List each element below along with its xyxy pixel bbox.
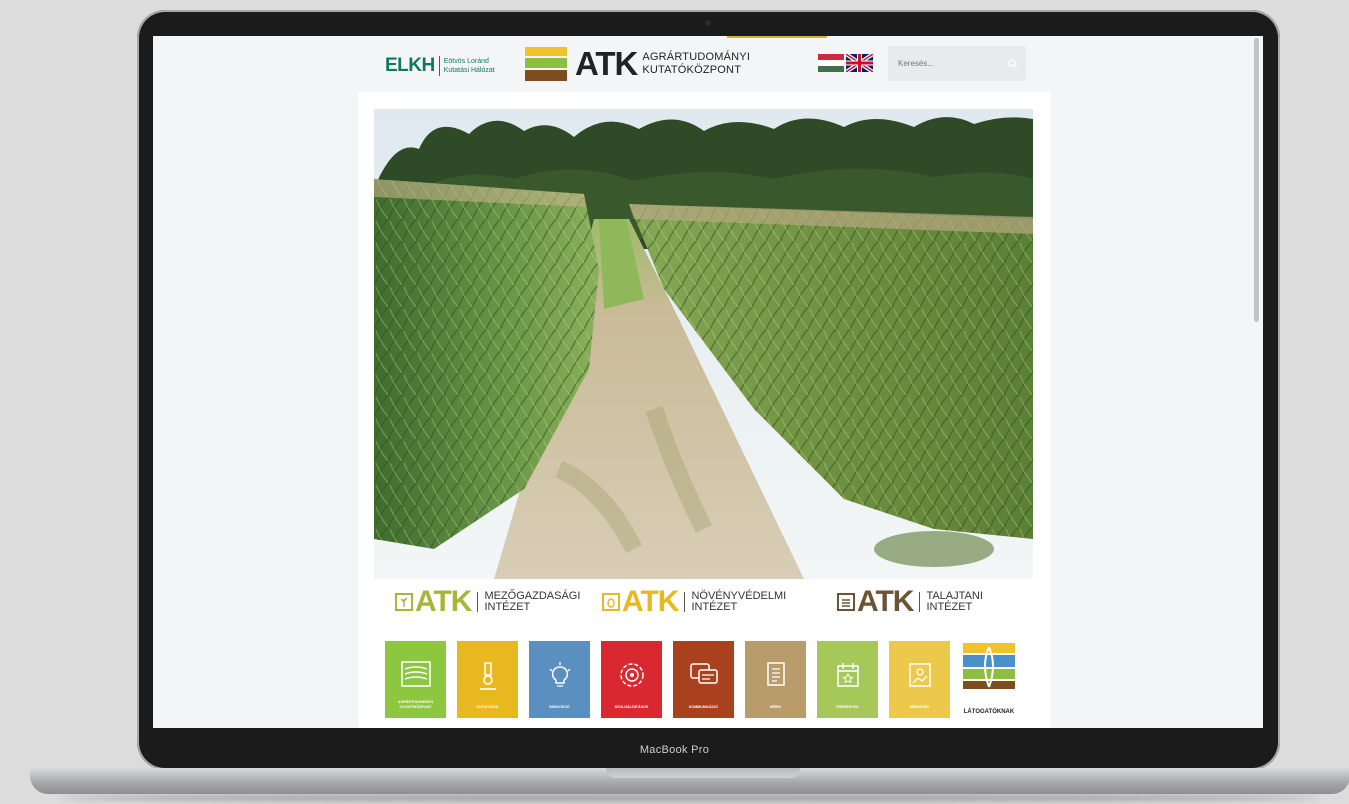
document-icon <box>766 662 785 686</box>
soil-layers-icon <box>837 593 855 611</box>
tile-label: AGRÁRTUDOMÁNYI KUTATÓKÖZPONT <box>398 700 433 709</box>
institute-title: MEZŐGAZDASÁGI INTÉZET <box>484 591 580 613</box>
atk-line1: AGRÁRTUDOMÁNYI <box>642 51 751 63</box>
service-circle-icon <box>619 663 644 687</box>
institute-separator <box>684 592 686 612</box>
tile-kommunikacio[interactable]: KOMMUNIKÁCIÓ <box>673 641 734 718</box>
elkh-text: Eötvös Loránd Kutatási Hálózat <box>444 57 495 75</box>
media-icon <box>908 663 931 687</box>
tile-esemenyek[interactable]: ESEMÉNYEK <box>817 641 878 718</box>
tile-szolgaltatasok[interactable]: SZOLGÁLTATÁSOK <box>601 641 662 718</box>
tile-label: KOMMUNIKÁCIÓ <box>688 704 719 709</box>
tile-innovacio[interactable]: INNOVÁCIÓ <box>529 641 590 718</box>
camera-dot <box>705 20 711 26</box>
atk-line2: KUTATÓKÖZPONT <box>642 64 742 76</box>
page-scrollbar[interactable] <box>1254 38 1259 322</box>
tile-kutatasok[interactable]: KUTATÁSOK <box>457 641 518 718</box>
institute-novenyvedelmi[interactable]: ATK NÖVÉNYVÉDELMI INTÉZET <box>602 585 786 619</box>
institute-line2: INTÉZET <box>484 601 531 613</box>
search-input[interactable] <box>896 58 1000 69</box>
atk-stripes-icon <box>525 47 567 81</box>
tile-hirek[interactable]: HÍREK <box>745 641 806 718</box>
search-box[interactable] <box>888 46 1026 81</box>
visitor-landscape-icon <box>963 643 1015 689</box>
institute-separator <box>477 592 479 612</box>
laptop-shadow <box>60 794 1320 802</box>
institute-talajtani[interactable]: ATK TALAJTANI INTÉZET <box>837 585 983 619</box>
tile-label: SZOLGÁLTATÁSOK <box>614 704 649 709</box>
visitor-label: LÁTOGATÓKNAK <box>963 709 1015 715</box>
elkh-line2: Kutatási Hálózat <box>443 67 495 74</box>
institute-line2: INTÉZET <box>926 601 973 613</box>
browser-screen: ELKH Eötvös Loránd Kutatási Hálózat ATK … <box>153 36 1263 728</box>
calendar-icon <box>836 663 859 687</box>
search-icon[interactable] <box>1008 58 1018 69</box>
institute-mark: ATK <box>415 585 472 618</box>
atk-mark: ATK <box>575 45 638 82</box>
plant-icon <box>395 593 413 611</box>
tile-latogatoknak[interactable]: LÁTOGATÓKNAK <box>963 643 1015 715</box>
chat-icon <box>689 663 718 684</box>
institute-separator <box>919 592 921 612</box>
institute-title: TALAJTANI INTÉZET <box>926 591 982 613</box>
institute-mezogazdasagi[interactable]: ATK MEZŐGAZDASÁGI INTÉZET <box>395 585 580 619</box>
institute-title: NÖVÉNYVÉDELMI INTÉZET <box>691 591 786 613</box>
elkh-logo[interactable]: ELKH Eötvös Loránd Kutatási Hálózat <box>385 53 495 79</box>
tile-label: MÉDIATÁR <box>910 704 929 709</box>
layers-icon <box>400 661 431 687</box>
uk-flag-icon[interactable] <box>846 54 873 72</box>
hungarian-flag-icon[interactable] <box>818 54 844 72</box>
header-accent-line <box>727 36 827 38</box>
institute-mark: ATK <box>622 585 679 618</box>
tile-label: ESEMÉNYEK <box>836 704 859 709</box>
tile-label: HÍREK <box>769 704 782 709</box>
elkh-line1: Eötvös Loránd <box>443 58 489 65</box>
device-label: MacBook Pro <box>639 744 710 756</box>
microscope-icon <box>479 662 496 690</box>
lightbulb-icon <box>549 662 570 687</box>
institute-line2: INTÉZET <box>691 601 738 613</box>
elkh-mark: ELKH <box>385 55 435 76</box>
atk-logo[interactable]: ATK AGRÁRTUDOMÁNYI KUTATÓKÖZPONT <box>525 45 750 82</box>
hero-cornfield-image <box>374 109 1033 579</box>
elkh-separator <box>438 56 440 76</box>
shield-bug-icon <box>602 593 620 611</box>
laptop-notch <box>606 768 800 778</box>
institute-logos: ATK MEZŐGAZDASÁGI INTÉZET ATK NÖVÉNYVÉDE… <box>374 585 1033 619</box>
tile-mediatar[interactable]: MÉDIATÁR <box>889 641 950 718</box>
tile-label: INNOVÁCIÓ <box>549 704 570 709</box>
atk-subtitle: AGRÁRTUDOMÁNYI KUTATÓKÖZPONT <box>642 51 750 77</box>
tile-label: KUTATÁSOK <box>476 704 499 709</box>
institute-mark: ATK <box>857 585 914 618</box>
tile-agrartudomanyi[interactable]: AGRÁRTUDOMÁNYI KUTATÓKÖZPONT <box>385 641 446 718</box>
